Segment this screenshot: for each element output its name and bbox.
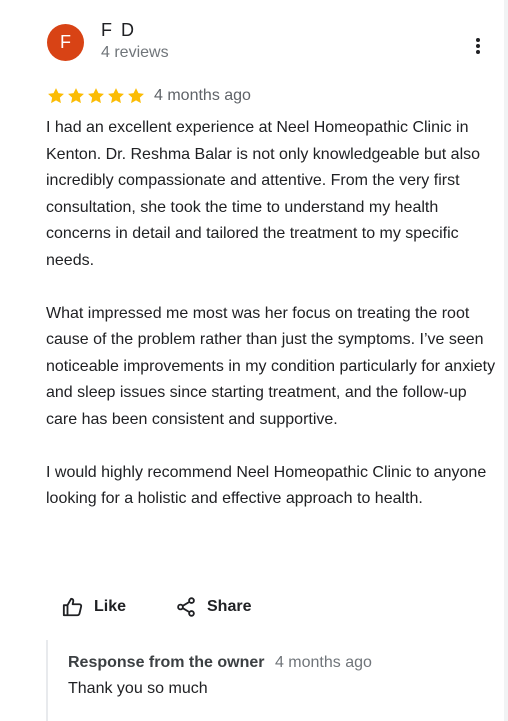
- star-icon: [128, 88, 144, 104]
- share-icon: [177, 597, 195, 617]
- review-date: 4 months ago: [154, 87, 251, 104]
- owner-response-text: Thank you so much: [68, 680, 208, 697]
- owner-response-header: Response from the owner 4 months ago: [68, 654, 372, 672]
- owner-response: Response from the owner 4 months ago Tha…: [46, 640, 488, 721]
- share-label: Share: [207, 598, 252, 615]
- review-card: F F D 4 reviews 4 months ago I had an ex…: [0, 0, 504, 721]
- review-paragraph: What impressed me most was her focus on …: [46, 304, 496, 428]
- thumb-up-icon: [62, 597, 83, 617]
- like-label: Like: [94, 598, 127, 615]
- review-paragraph: I would highly recommend Neel Homeopathi…: [46, 463, 487, 508]
- owner-response-date: 4 months ago: [274, 654, 372, 671]
- menu-dot: [476, 50, 480, 54]
- avatar[interactable]: F: [47, 24, 84, 61]
- menu-dot: [476, 44, 480, 48]
- author-name[interactable]: F D: [101, 20, 136, 41]
- owner-response-label: Response from the owner: [68, 654, 265, 671]
- share-button[interactable]: Share: [175, 592, 251, 622]
- star-icon: [108, 88, 124, 104]
- star-icon: [68, 88, 84, 104]
- review-paragraph: I had an excellent experience at Neel Ho…: [46, 119, 481, 269]
- review-body: I had an excellent experience at Neel Ho…: [46, 115, 496, 513]
- rating-row: 4 months ago: [46, 84, 251, 108]
- author-review-count: 4 reviews: [101, 44, 169, 61]
- star-icon: [48, 88, 64, 104]
- like-button[interactable]: Like: [62, 592, 126, 622]
- star-icon: [88, 88, 104, 104]
- star-rating: [46, 86, 146, 106]
- more-options-icon[interactable]: [466, 34, 490, 58]
- menu-dot: [476, 38, 480, 42]
